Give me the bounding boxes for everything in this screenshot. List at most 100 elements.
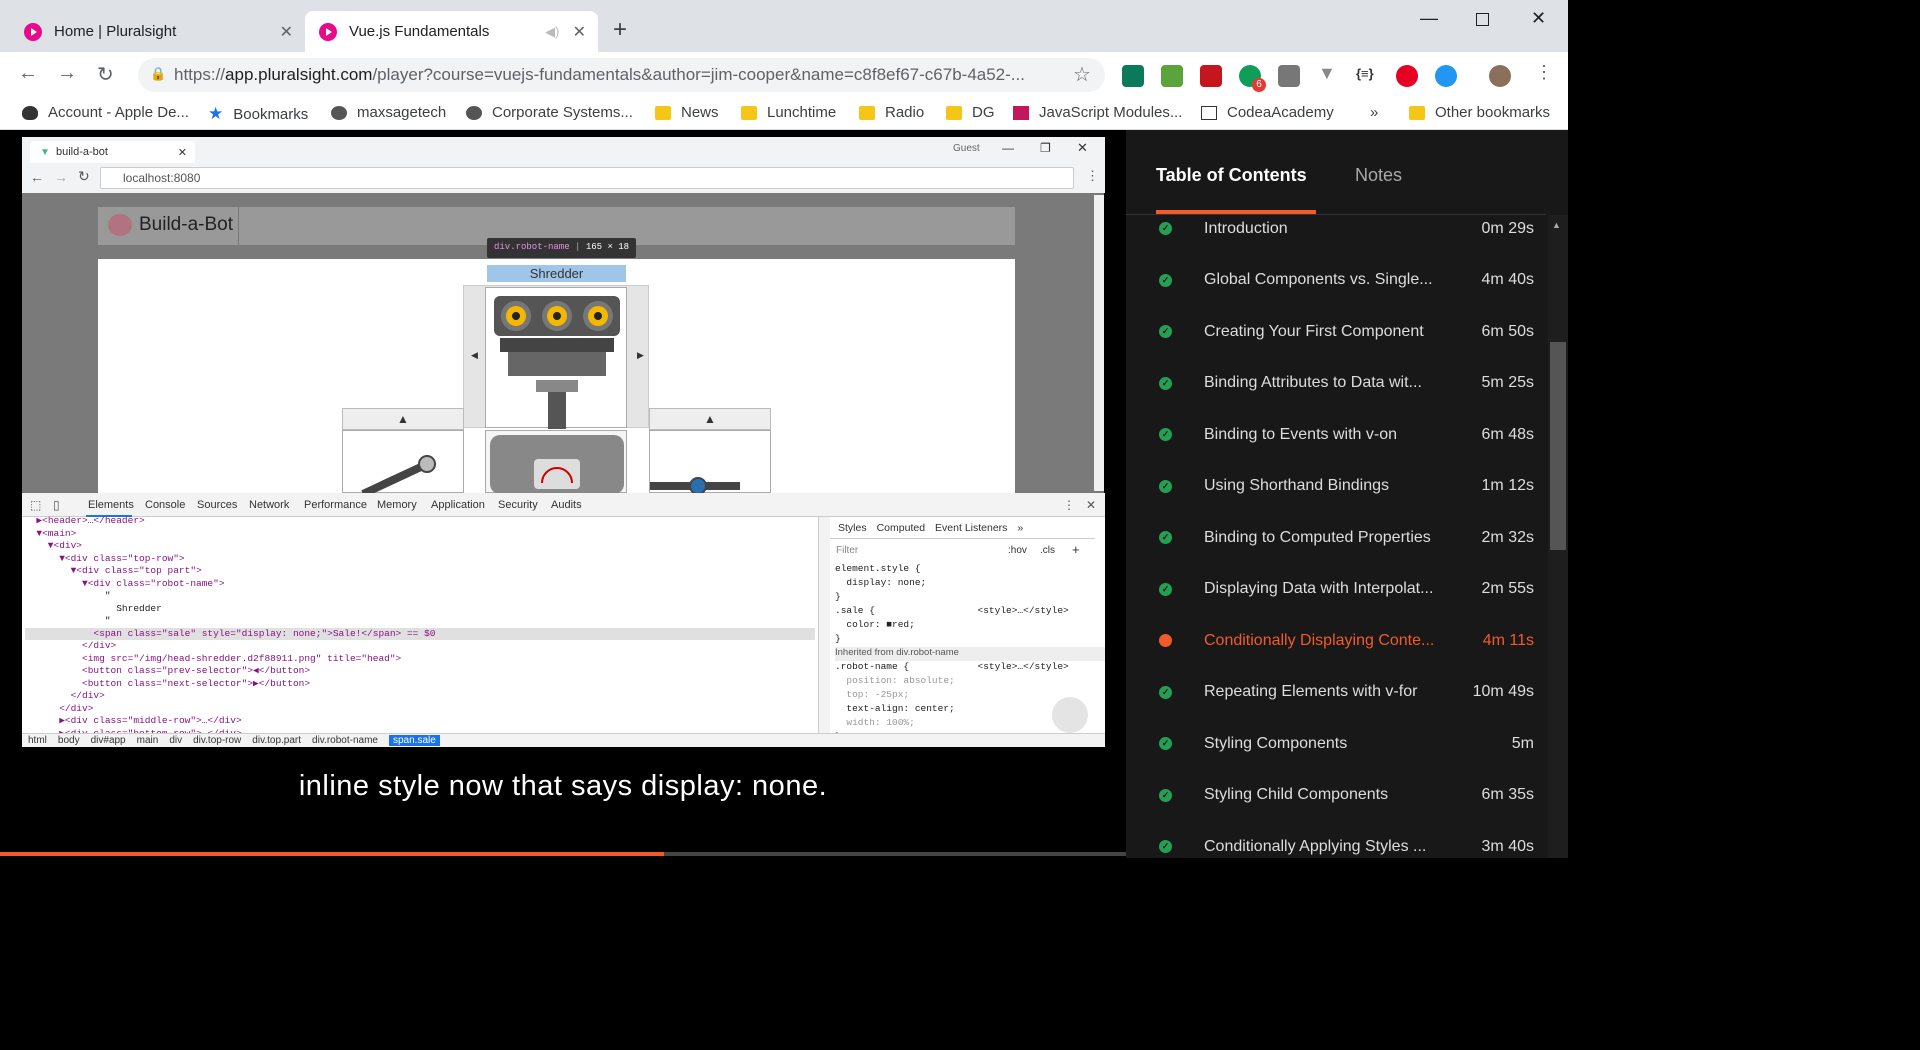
styles-tab: » (1017, 521, 1024, 534)
new-tab-button[interactable]: + (613, 16, 627, 44)
bookmark-js-modules[interactable]: JavaScript Modules... (1013, 104, 1182, 121)
dom-scrollbar (818, 517, 830, 733)
toc-item-title: Introduction (1204, 219, 1288, 237)
video-caption: inline style now that says display: none… (298, 770, 828, 802)
tab-notes[interactable]: Notes (1355, 165, 1402, 186)
dom-node-line: " (25, 590, 111, 601)
pdf-extension-icon[interactable] (1200, 65, 1222, 87)
bookmark-apple[interactable]: Account - Apple De... (22, 104, 189, 121)
bookmark-label: CodeaAcademy (1227, 104, 1334, 121)
forward-icon: → (54, 169, 68, 185)
toc-item[interactable]: ✓ Binding to Events with v-on 6m 48s (1154, 409, 1534, 460)
toc-item[interactable]: ✓ Repeating Elements with v-for 10m 49s (1154, 667, 1534, 718)
toc-item-duration: 1m 12s (1481, 477, 1534, 494)
browser-tab-home[interactable]: Home | Pluralsight ✕ (0, 11, 305, 52)
json-extension-icon[interactable]: {≡} (1356, 66, 1374, 81)
toc-item[interactable]: ✓ Binding to Computed Properties 2m 32s (1154, 512, 1534, 563)
bookmark-dg[interactable]: DG (946, 104, 995, 121)
bookmark-label: Account - Apple De... (48, 104, 189, 121)
toc-item-title: Styling Child Components (1204, 786, 1389, 803)
toc-item-duration: 4m 11s (1482, 631, 1534, 649)
dom-node-line: <button class="next-selector">▶</button> (25, 677, 311, 689)
menu-icon[interactable]: ⋮ (1535, 62, 1553, 83)
left-arm-up-button: ▲ (342, 408, 464, 430)
toc-item-title: Conditionally Displaying Conte... (1204, 631, 1435, 649)
sidebar-scroll-thumb[interactable] (1550, 342, 1566, 550)
bookmark-maxsagetech[interactable]: maxsagetech (331, 104, 446, 121)
reload-icon[interactable]: ↻ (97, 62, 114, 87)
bookmark-other[interactable]: Other bookmarks (1409, 104, 1550, 121)
toc-item[interactable]: ✓ Binding Attributes to Data wit... 5m 25s (1154, 358, 1534, 409)
apple-icon (22, 105, 38, 120)
style-rule-line: element.style { (835, 563, 921, 574)
dom-node-line: <button class="prev-selector">◀</button> (25, 665, 311, 676)
styles-tabbar: Styles Computed Event Listeners » (830, 517, 1095, 539)
close-tab-icon[interactable]: ✕ (573, 22, 586, 42)
extension-badge: 6 (1252, 78, 1266, 92)
mute-icon[interactable]: ◀) (545, 24, 559, 40)
breadcrumb-item: html (28, 735, 47, 746)
toc-item[interactable]: ✓ Styling Components 5m (1154, 718, 1534, 769)
star-bookmark-icon[interactable]: ☆ (1073, 62, 1091, 87)
toc-item-duration: 5m (1511, 734, 1534, 752)
bookmark-corporate[interactable]: Corporate Systems... (466, 104, 633, 121)
bookmark-label: JavaScript Modules... (1039, 104, 1183, 121)
back-icon[interactable]: ← (18, 62, 38, 85)
dom-node-line: " (25, 615, 111, 626)
browser-tab-vue[interactable]: Vue.js Fundamentals ◀) ✕ (305, 11, 598, 52)
comment-extension-icon[interactable] (1278, 65, 1300, 87)
close-window-icon[interactable]: ✕ (1531, 8, 1546, 29)
bookmark-bookmarks[interactable]: ★ Bookmarks (208, 104, 308, 124)
bookmark-label: News (681, 104, 719, 121)
tab-table-of-contents[interactable]: Table of Contents (1156, 165, 1307, 186)
scrollbar (1094, 195, 1104, 491)
bookmark-label: Other bookmarks (1435, 104, 1551, 121)
devtools-close-icon: ✕ (1086, 498, 1097, 512)
bookmark-codeacademy[interactable]: CodeaAcademy (1201, 104, 1334, 121)
bookmark-radio[interactable]: Radio (859, 104, 924, 121)
cors-extension-icon[interactable] (1161, 65, 1183, 87)
forward-icon[interactable]: → (57, 62, 77, 85)
cls-toggle: .cls (1040, 545, 1055, 556)
bookmark-news[interactable]: News (655, 104, 719, 121)
completed-check-icon: ✓ (1159, 428, 1172, 441)
address-bar[interactable]: 🔒 https://app.pluralsight.com/player?cou… (138, 58, 1105, 92)
breadcrumb-item: div.robot-name (312, 735, 378, 746)
maximize-icon[interactable] (1476, 13, 1489, 26)
close-icon: ✕ (1077, 140, 1088, 155)
globe-icon (466, 105, 482, 120)
completed-check-icon: ✓ (1159, 840, 1172, 853)
avatar[interactable] (1489, 65, 1511, 87)
dom-node-line: </div> (25, 640, 117, 651)
toc-item-title: Repeating Elements with v-for (1204, 683, 1418, 700)
minimize-icon[interactable]: — (1420, 8, 1438, 29)
toc-item-duration: 3m 40s (1481, 837, 1534, 855)
toc-item[interactable]: ✓ Styling Child Components 6m 35s (1154, 770, 1534, 821)
toc-item-duration: 6m 50s (1481, 322, 1534, 340)
toc-item-duration: 2m 32s (1481, 528, 1534, 546)
toc-item[interactable]: ✓ Creating Your First Component 6m 50s (1154, 306, 1534, 357)
close-tab-icon[interactable]: ✕ (280, 22, 293, 42)
site-icon (1201, 105, 1217, 120)
completed-check-icon: ✓ (1159, 685, 1172, 699)
robot-name: Shredder (487, 265, 626, 282)
reload-icon: ↻ (78, 168, 90, 184)
devtools-tab: Security (498, 499, 538, 511)
pinterest-icon[interactable] (1396, 65, 1418, 87)
dom-node-line: <img src="/img/head-shredder.d2f88911.pn… (25, 652, 402, 664)
toc-item[interactable]: ✓ Global Components vs. Single... 4m 40s (1154, 255, 1534, 306)
toc-item[interactable]: Conditionally Displaying Conte... 4m 11s (1154, 615, 1534, 666)
scroll-up-icon[interactable]: ▲ (1552, 220, 1561, 230)
completed-check-icon: ✓ (1159, 376, 1172, 390)
messenger-icon[interactable] (1435, 65, 1457, 87)
toc-item[interactable]: ✓ Introduction 0m 29s (1154, 203, 1534, 254)
bookmarks-overflow[interactable]: » (1370, 104, 1378, 121)
vue-logo-icon: ▼ (40, 146, 50, 158)
bookmark-lunchtime[interactable]: Lunchtime (741, 104, 836, 121)
toc-item[interactable]: ✓ Using Shorthand Bindings 1m 12s (1154, 461, 1534, 512)
vue-devtools-icon[interactable]: ▼ (1318, 63, 1336, 84)
toc-item[interactable]: ✓ Displaying Data with Interpolat... 2m 55… (1154, 564, 1534, 615)
extension-icon[interactable] (1122, 65, 1144, 87)
toc-item[interactable]: ✓ Conditionally Applying Styles ... 3m 40s (1154, 821, 1534, 872)
prev-head-button: ◀ (471, 350, 478, 360)
